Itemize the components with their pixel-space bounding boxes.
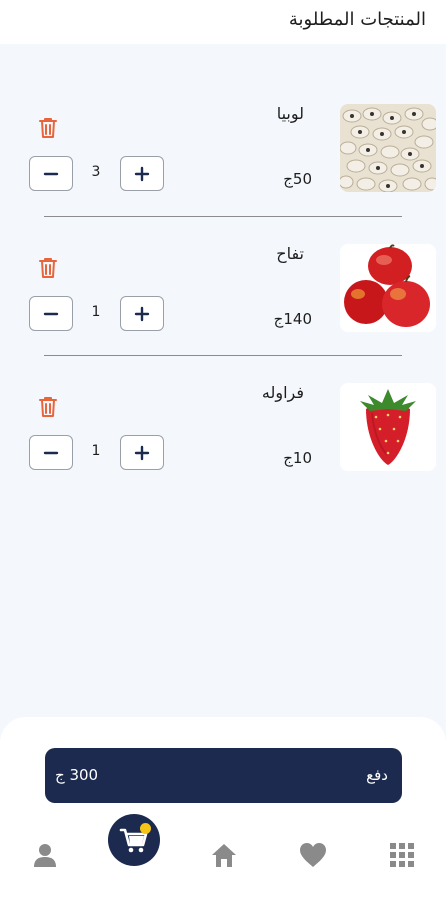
page-title: المنتجات المطلوبة <box>288 9 426 30</box>
divider <box>44 216 402 217</box>
cart-item: لوبيا 50ج 3 <box>0 104 446 204</box>
product-price: 50ج <box>283 170 312 188</box>
cart-item: تفاح 140ج 1 <box>0 244 446 344</box>
pay-button[interactable]: دفع 300 ج <box>45 748 402 803</box>
plus-icon <box>134 166 150 181</box>
nav-cart-button[interactable] <box>108 814 160 866</box>
quantity-value: 1 <box>91 304 101 320</box>
minus-icon <box>43 451 59 454</box>
plus-icon <box>134 306 150 321</box>
product-image <box>340 244 436 332</box>
trash-icon[interactable] <box>37 395 59 419</box>
black-eyed-peas-icon <box>340 104 436 192</box>
bottom-sheet <box>0 717 446 900</box>
cart-item: فراوله 10ج 1 <box>0 383 446 483</box>
increase-quantity-button[interactable] <box>120 156 164 191</box>
trash-icon[interactable] <box>37 116 59 140</box>
minus-icon <box>43 312 59 315</box>
product-image <box>340 383 436 471</box>
quantity-value: 3 <box>91 164 101 180</box>
increase-quantity-button[interactable] <box>120 296 164 331</box>
cart-badge <box>140 823 151 834</box>
home-icon[interactable] <box>209 840 239 870</box>
increase-quantity-button[interactable] <box>120 435 164 470</box>
pay-label: دفع <box>366 766 388 784</box>
product-name: تفاح <box>276 244 304 263</box>
cart-icon <box>119 828 148 853</box>
apples-icon <box>340 244 436 332</box>
product-name: لوبيا <box>276 104 304 123</box>
divider <box>44 355 402 356</box>
total-amount: 300 ج <box>55 766 99 784</box>
decrease-quantity-button[interactable] <box>29 435 73 470</box>
decrease-quantity-button[interactable] <box>29 296 73 331</box>
minus-icon <box>43 172 59 175</box>
product-price: 140ج <box>273 310 312 328</box>
strawberry-icon <box>340 383 436 471</box>
heart-icon[interactable] <box>298 840 328 870</box>
trash-icon[interactable] <box>37 256 59 280</box>
product-name: فراوله <box>261 383 304 402</box>
header: المنتجات المطلوبة <box>0 0 446 44</box>
person-icon[interactable] <box>30 840 60 870</box>
decrease-quantity-button[interactable] <box>29 156 73 191</box>
product-price: 10ج <box>283 449 312 467</box>
plus-icon <box>134 445 150 460</box>
quantity-value: 1 <box>91 443 101 459</box>
grid-icon[interactable] <box>387 840 417 870</box>
product-image <box>340 104 436 192</box>
